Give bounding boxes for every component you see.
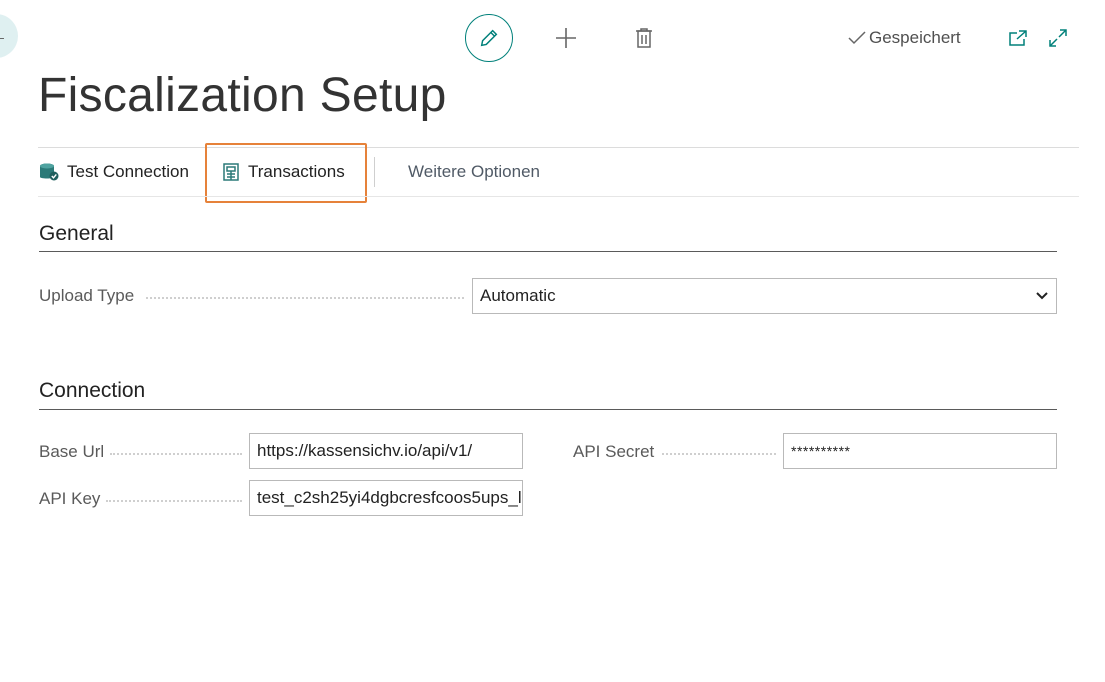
test-connection-action[interactable]: Test Connection (39, 150, 189, 194)
new-button[interactable] (552, 24, 580, 52)
upload-type-select[interactable]: Automatic (472, 278, 1057, 314)
edit-button[interactable] (465, 14, 513, 62)
action-separator (374, 157, 375, 187)
api-secret-input[interactable]: ********** (783, 433, 1057, 469)
document-list-icon (223, 163, 239, 181)
plus-icon (556, 28, 576, 48)
action-bar-divider-top (38, 147, 1079, 148)
general-section-title[interactable]: General (39, 222, 114, 246)
action-bar-divider-bottom (38, 196, 1079, 197)
edit-pencil-icon (480, 29, 498, 47)
database-check-icon (40, 163, 59, 181)
back-button[interactable]: ← (0, 14, 18, 58)
page-title: Fiscalization Setup (38, 69, 447, 122)
general-section-divider (39, 251, 1057, 252)
api-secret-leader (662, 452, 776, 455)
api-key-input[interactable]: test_c2sh25yi4dgbcresfcoos5ups_l (249, 480, 523, 516)
base-url-input[interactable]: https://kassensichv.io/api/v1/ (249, 433, 523, 469)
more-options-action[interactable]: Weitere Optionen (408, 150, 540, 194)
expand-button[interactable] (1046, 26, 1070, 50)
api-key-leader (106, 499, 242, 502)
delete-button[interactable] (630, 24, 658, 52)
api-secret-label: API Secret (573, 442, 655, 461)
trash-icon (636, 28, 652, 48)
open-in-new-window-button[interactable] (1006, 26, 1030, 50)
saved-status: Gespeichert (848, 28, 961, 48)
chevron-down-icon (1036, 292, 1048, 300)
api-key-label: API Key (39, 489, 101, 508)
transactions-action[interactable]: Transactions (222, 150, 345, 194)
checkmark-icon (848, 31, 866, 45)
connection-section-divider (39, 409, 1057, 410)
upload-type-leader (146, 296, 464, 299)
open-in-new-window-icon (1009, 30, 1027, 46)
base-url-label: Base Url (39, 442, 105, 461)
expand-icon (1049, 29, 1067, 47)
base-url-leader (110, 452, 242, 455)
connection-section-title[interactable]: Connection (39, 379, 145, 403)
upload-type-label: Upload Type (39, 286, 135, 305)
